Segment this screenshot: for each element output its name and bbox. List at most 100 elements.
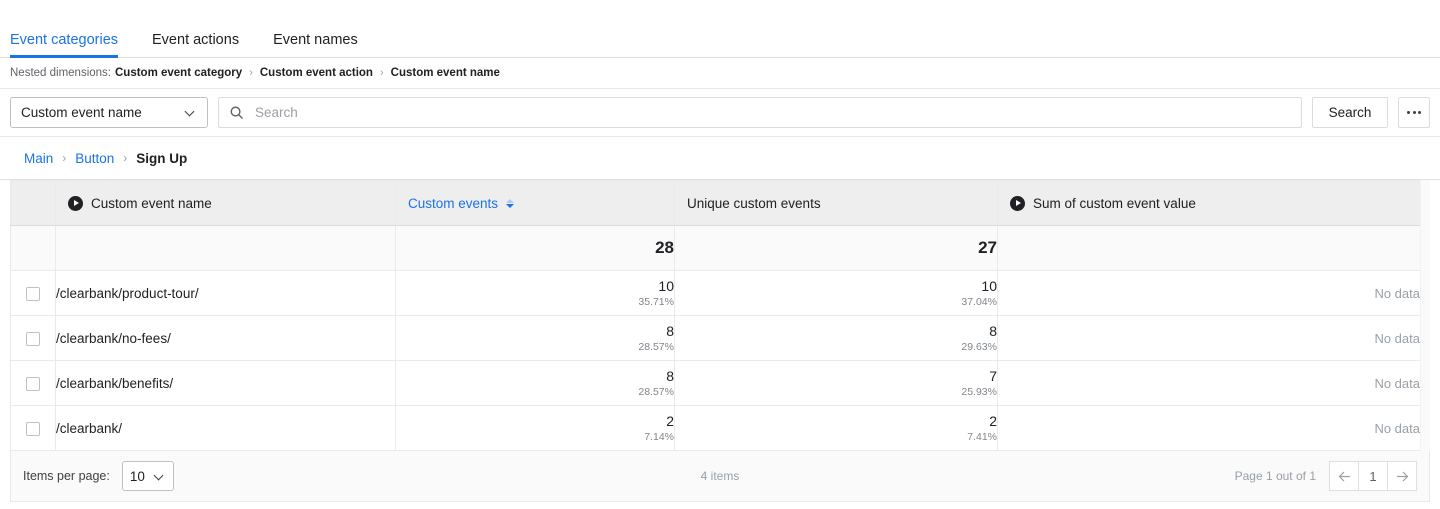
previous-page-button[interactable]: [1329, 461, 1359, 491]
row-event-name: /clearbank/: [55, 405, 396, 451]
row-unique-custom-events-value: 8: [989, 322, 997, 339]
row-checkbox[interactable]: [26, 376, 40, 391]
column-header-label: Custom events: [408, 195, 499, 211]
breadcrumb-separator: ›: [123, 151, 128, 165]
row-custom-events: 8 28.57%: [395, 315, 675, 361]
pagination-controls: 1: [1329, 461, 1417, 491]
row-custom-events-percent: 35.71%: [638, 295, 674, 308]
nested-dimension-3: Custom event name: [390, 67, 500, 79]
row-checkbox[interactable]: [26, 421, 40, 436]
play-circle-icon: [68, 195, 83, 211]
nested-dimension-1: Custom event category: [115, 67, 243, 79]
column-header-label: Unique custom events: [687, 195, 821, 211]
table-totals-row: 28 27: [10, 225, 1421, 271]
row-custom-events-percent: 28.57%: [638, 385, 674, 398]
column-header-select: [10, 180, 56, 226]
table-header-row: Custom event name Custom events Unique c…: [10, 180, 1421, 226]
column-header-custom-event-name[interactable]: Custom event name: [55, 180, 396, 226]
items-per-page-value: 10: [129, 468, 145, 484]
totals-custom-events: 28: [395, 225, 675, 271]
column-header-sum-of-custom-event-value[interactable]: Sum of custom event value: [997, 180, 1421, 226]
dimension-select-value: Custom event name: [21, 105, 142, 120]
table-footer: Items per page: 10 4 items Page 1 out of…: [10, 451, 1430, 502]
table-vertical-scrollbar[interactable]: [1420, 180, 1430, 451]
row-unique-custom-events-percent: 7.41%: [967, 430, 997, 443]
row-select-cell[interactable]: [10, 405, 56, 451]
items-per-page-select[interactable]: 10: [121, 461, 174, 491]
search-input[interactable]: [253, 104, 1291, 121]
items-count-label: 4 items: [700, 469, 740, 483]
column-header-label: Custom event name: [91, 195, 212, 211]
table-row[interactable]: /clearbank/no-fees/ 8 28.57% 8 29.63% No…: [10, 315, 1421, 361]
row-select-cell[interactable]: [10, 315, 56, 361]
row-unique-custom-events-percent: 29.63%: [961, 340, 997, 353]
ellipsis-icon: [1407, 111, 1410, 114]
breadcrumb-separator: ›: [62, 151, 67, 165]
tab-event-actions[interactable]: Event actions: [152, 32, 255, 58]
column-header-unique-custom-events[interactable]: Unique custom events: [674, 180, 998, 226]
row-select-cell[interactable]: [10, 360, 56, 406]
row-event-name: /clearbank/product-tour/: [55, 270, 396, 316]
row-custom-events-value: 8: [666, 367, 674, 384]
column-header-custom-events[interactable]: Custom events: [395, 180, 675, 226]
row-checkbox[interactable]: [26, 331, 40, 346]
row-checkbox[interactable]: [26, 286, 40, 301]
page-indicator-label: Page 1 out of 1: [1234, 469, 1316, 483]
tab-event-categories[interactable]: Event categories: [10, 32, 134, 58]
nested-dimension-separator: ›: [379, 67, 384, 79]
row-sum-value: No data: [997, 405, 1421, 451]
row-custom-events-value: 2: [666, 412, 674, 429]
nested-dimensions-label: Nested dimensions:: [10, 67, 111, 79]
table-row[interactable]: /clearbank/product-tour/ 10 35.71% 10 37…: [10, 270, 1421, 316]
dimension-select[interactable]: Custom event name: [10, 97, 208, 128]
row-custom-events-value: 10: [658, 277, 674, 294]
next-page-button[interactable]: [1387, 461, 1417, 491]
row-unique-custom-events-percent: 37.04%: [961, 295, 997, 308]
column-header-label: Sum of custom event value: [1033, 195, 1196, 211]
row-unique-custom-events: 2 7.41%: [674, 405, 998, 451]
arrow-left-icon: [1338, 471, 1350, 481]
more-options-button[interactable]: [1398, 97, 1430, 128]
table-row[interactable]: /clearbank/benefits/ 8 28.57% 7 25.93% N…: [10, 360, 1421, 406]
row-unique-custom-events-value: 10: [981, 277, 997, 294]
play-circle-icon: [1010, 195, 1025, 211]
arrow-right-icon: [1396, 471, 1408, 481]
data-table: Custom event name Custom events Unique c…: [10, 180, 1421, 451]
tab-event-names[interactable]: Event names: [273, 32, 374, 58]
totals-select-cell: [10, 225, 56, 271]
data-table-container: Custom event name Custom events Unique c…: [0, 180, 1440, 451]
items-per-page-label: Items per page:: [23, 469, 110, 483]
table-row[interactable]: /clearbank/ 2 7.14% 2 7.41% No data: [10, 405, 1421, 451]
row-unique-custom-events-value: 7: [989, 367, 997, 384]
row-custom-events: 2 7.14%: [395, 405, 675, 451]
row-unique-custom-events-value: 2: [989, 412, 997, 429]
ellipsis-icon: [1412, 111, 1416, 114]
search-field[interactable]: [218, 97, 1302, 128]
row-event-name: /clearbank/no-fees/: [55, 315, 396, 361]
breadcrumb-item-main[interactable]: Main: [24, 151, 53, 166]
nested-dimension-2: Custom event action: [259, 67, 373, 79]
nested-dimension-separator: ›: [249, 67, 253, 79]
chevron-down-icon: [186, 107, 197, 118]
row-custom-events-value: 8: [666, 322, 674, 339]
breadcrumb: Main › Button › Sign Up: [0, 136, 1440, 180]
row-custom-events: 10 35.71%: [395, 270, 675, 316]
row-event-name: /clearbank/benefits/: [55, 360, 396, 406]
search-toolbar: Custom event name Search: [0, 89, 1440, 136]
breadcrumb-item-current: Sign Up: [136, 150, 188, 166]
row-sum-value: No data: [997, 270, 1421, 316]
chevron-down-icon: [155, 471, 166, 482]
sort-arrows-icon[interactable]: [506, 198, 515, 208]
breadcrumb-item-button[interactable]: Button: [75, 151, 114, 166]
row-unique-custom-events: 8 29.63%: [674, 315, 998, 361]
row-select-cell[interactable]: [10, 270, 56, 316]
current-page-number[interactable]: 1: [1358, 461, 1388, 491]
search-button[interactable]: Search: [1312, 97, 1388, 128]
row-sum-value: No data: [997, 315, 1421, 361]
row-custom-events-percent: 7.14%: [644, 430, 674, 443]
nested-dimensions-bar: Nested dimensions: Custom event category…: [0, 58, 1440, 89]
search-icon: [230, 106, 243, 119]
pagination: Page 1 out of 1 1: [1235, 461, 1417, 491]
row-unique-custom-events: 7 25.93%: [674, 360, 998, 406]
row-sum-value: No data: [997, 360, 1421, 406]
